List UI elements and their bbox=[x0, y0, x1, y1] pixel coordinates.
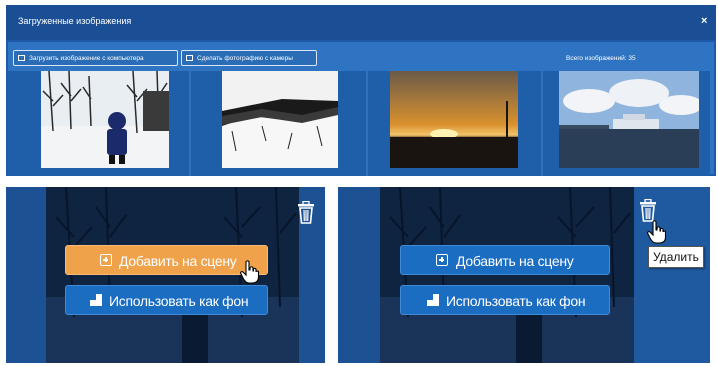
delete-tooltip: Удалить bbox=[648, 246, 704, 268]
panel-sidebar bbox=[338, 187, 380, 363]
thumbnail-image[interactable] bbox=[559, 71, 699, 168]
add-to-scene-label: Добавить на сцену bbox=[119, 253, 237, 269]
add-to-scene-button[interactable]: Добавить на сцену bbox=[65, 245, 268, 275]
background-icon bbox=[90, 294, 102, 306]
add-to-scene-label: Добавить на сцену bbox=[456, 253, 574, 269]
dialog-header: Загруженные изображения × bbox=[6, 5, 716, 40]
camera-icon bbox=[186, 55, 193, 61]
background-icon bbox=[427, 294, 439, 306]
tile-divider bbox=[541, 71, 543, 176]
take-photo-button[interactable]: Сделать фотографию с камеры bbox=[181, 50, 317, 66]
plus-icon bbox=[100, 254, 112, 266]
plus-icon bbox=[436, 254, 448, 266]
thumbnail-image[interactable] bbox=[41, 71, 169, 168]
panel-sidebar bbox=[6, 187, 46, 363]
add-to-scene-button[interactable]: Добавить на сцену bbox=[400, 245, 610, 275]
use-as-background-button[interactable]: Использовать как фон bbox=[400, 285, 610, 315]
use-as-background-button[interactable]: Использовать как фон bbox=[65, 285, 268, 315]
total-images-count: Всего изображений: 35 bbox=[566, 55, 636, 62]
hand-cursor-icon bbox=[647, 220, 667, 244]
tile-divider bbox=[189, 71, 191, 176]
tile-divider bbox=[366, 71, 368, 176]
dialog-title: Загруженные изображения bbox=[18, 16, 132, 26]
upload-from-computer-button[interactable]: Загрузить изображение с компьютера bbox=[13, 50, 178, 66]
trash-icon[interactable] bbox=[295, 201, 317, 225]
upload-button-label: Загрузить изображение с компьютера bbox=[29, 55, 144, 62]
close-icon[interactable]: × bbox=[701, 15, 707, 27]
camera-button-label: Сделать фотографию с камеры bbox=[197, 55, 293, 62]
hand-cursor-icon bbox=[240, 260, 260, 284]
upload-icon bbox=[18, 55, 25, 61]
use-as-background-label: Использовать как фон bbox=[109, 293, 249, 309]
thumbnail-image[interactable] bbox=[222, 71, 338, 168]
use-as-background-label: Использовать как фон bbox=[446, 293, 586, 309]
thumbnail-image[interactable] bbox=[390, 71, 518, 168]
